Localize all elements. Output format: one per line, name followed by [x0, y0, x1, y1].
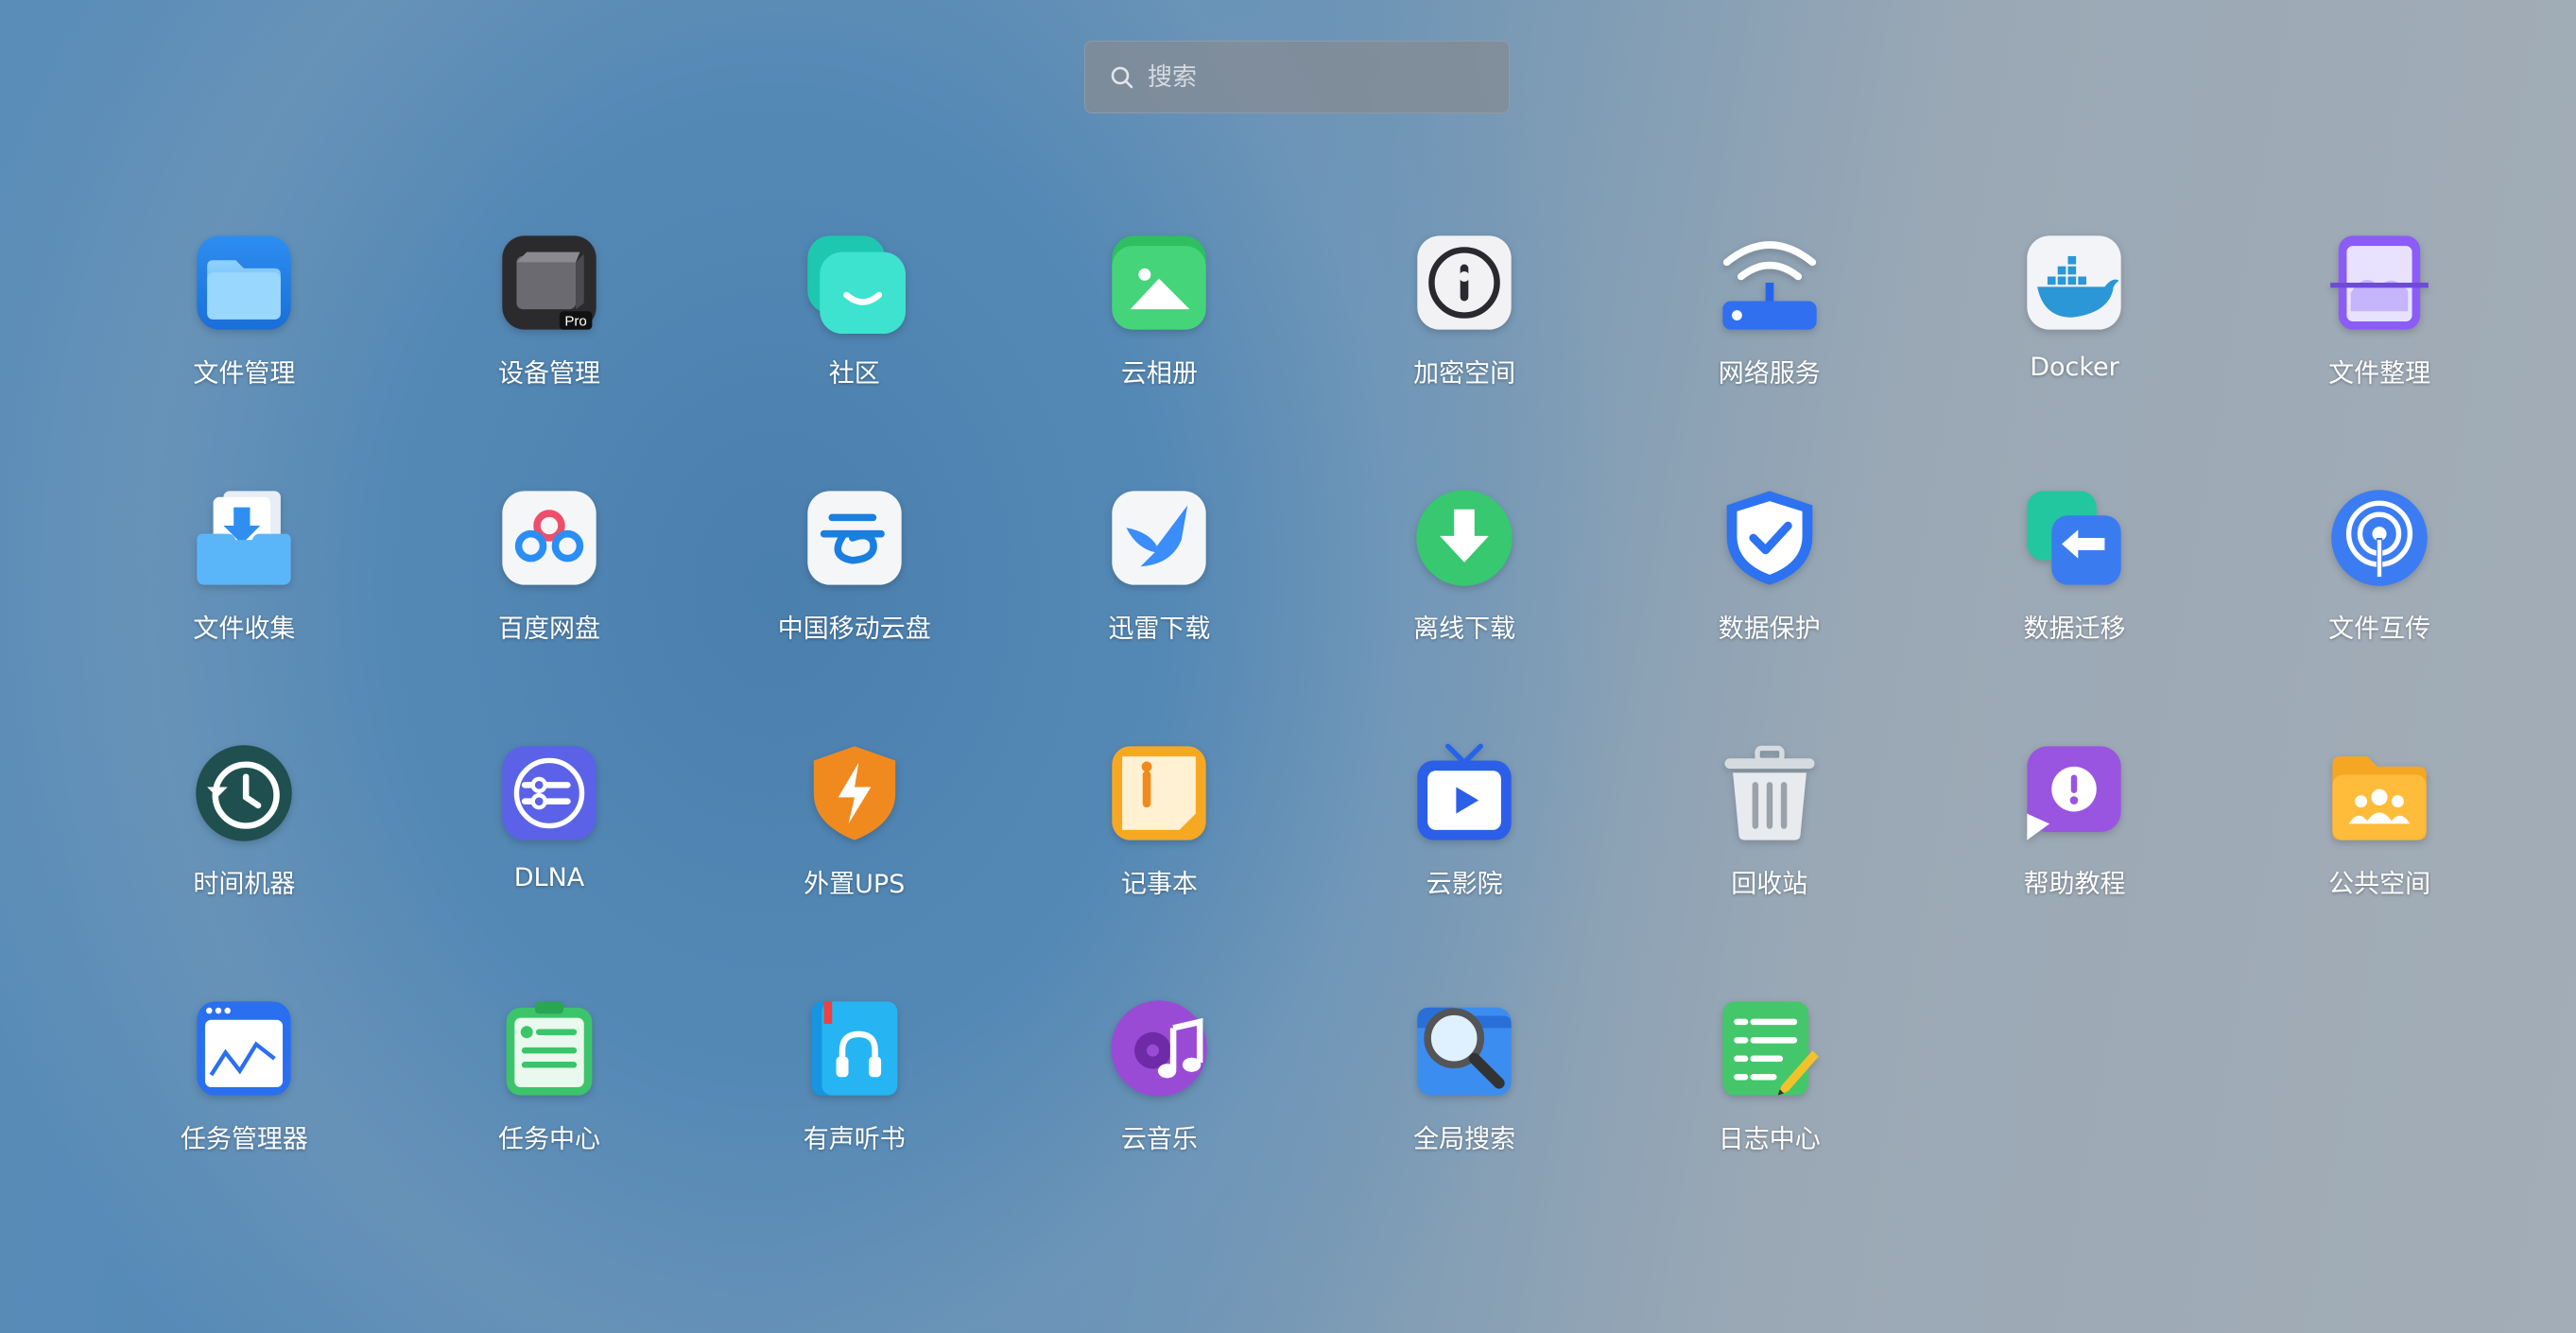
app-help-bubble[interactable]: 帮助教程 — [1922, 742, 2227, 997]
app-dlna[interactable]: DLNA — [397, 742, 702, 997]
app-label: 时间机器 — [193, 870, 296, 899]
app-log-pencil[interactable]: 日志中心 — [1616, 997, 1922, 1253]
dlna-icon — [498, 742, 600, 844]
app-cloud-album[interactable]: 云相册 — [1007, 232, 1312, 487]
app-data-migrate[interactable]: 数据迁移 — [1922, 487, 2227, 742]
app-audiobook[interactable]: 有声听书 — [701, 997, 1007, 1253]
app-label: 离线下载 — [1413, 615, 1516, 644]
app-label: 迅雷下载 — [1108, 615, 1211, 644]
app-trash[interactable]: 回收站 — [1616, 742, 1922, 997]
app-folder[interactable]: 文件管理 — [92, 232, 397, 487]
app-label: 加密空间 — [1413, 359, 1516, 389]
app-label: 云相册 — [1120, 359, 1198, 389]
app-community-chat[interactable]: 社区 — [701, 232, 1007, 487]
app-nas-device[interactable]: Pro 设备管理 — [397, 232, 702, 487]
app-label: 网络服务 — [1718, 359, 1821, 389]
file-collect-icon — [193, 487, 295, 589]
docker-whale-icon — [2023, 232, 2125, 334]
global-search-icon — [1413, 997, 1515, 1099]
app-label: 云音乐 — [1120, 1125, 1198, 1154]
app-wifi-router[interactable]: 网络服务 — [1616, 232, 1922, 487]
search-bar[interactable] — [1084, 41, 1510, 113]
app-cmcc-cloud[interactable]: 中国移动云盘 — [701, 487, 1007, 742]
search-icon — [1108, 63, 1136, 92]
shared-folder-icon — [2328, 742, 2430, 844]
app-label: 社区 — [828, 359, 880, 389]
app-label: 回收站 — [1731, 870, 1808, 899]
app-launcher-grid: 文件管理 Pro 设备管理 社区 云相册 加密空间 网络服务 Docker 文件整理文件收集 百度… — [92, 232, 2533, 1253]
app-label: 数据迁移 — [2023, 615, 2126, 644]
app-baidu-netdisk[interactable]: 百度网盘 — [397, 487, 702, 742]
app-label: 任务管理器 — [180, 1125, 308, 1154]
task-clipboard-icon — [498, 997, 600, 1099]
ups-bolt-icon — [804, 742, 906, 844]
app-label: 中国移动云盘 — [777, 615, 931, 644]
airdrop-icon — [2328, 487, 2430, 589]
app-lock-dial[interactable]: 加密空间 — [1312, 232, 1617, 487]
app-label: 帮助教程 — [2023, 870, 2126, 899]
app-task-clipboard[interactable]: 任务中心 — [397, 997, 702, 1253]
app-label: 百度网盘 — [498, 615, 601, 644]
app-global-search[interactable]: 全局搜索 — [1312, 997, 1617, 1253]
app-label: 文件收集 — [193, 615, 296, 644]
tv-play-icon — [1413, 742, 1515, 844]
baidu-netdisk-icon — [498, 487, 600, 589]
app-docker-whale[interactable]: Docker — [1922, 232, 2227, 487]
shield-check-icon — [1719, 487, 1821, 589]
cmcc-cloud-icon — [804, 487, 906, 589]
log-pencil-icon — [1719, 997, 1821, 1099]
app-label: 文件互传 — [2328, 615, 2431, 644]
file-organize-icon — [2328, 232, 2430, 334]
app-label: 全局搜索 — [1413, 1125, 1516, 1154]
time-machine-icon — [193, 742, 295, 844]
audiobook-icon — [804, 997, 906, 1099]
music-disc-icon — [1108, 997, 1210, 1099]
app-tv-play[interactable]: 云影院 — [1312, 742, 1617, 997]
nas-device-icon: Pro — [498, 232, 600, 334]
app-thunder-bird[interactable]: 迅雷下载 — [1007, 487, 1312, 742]
app-airdrop[interactable]: 文件互传 — [2227, 487, 2533, 742]
offline-download-icon — [1413, 487, 1515, 589]
app-time-machine[interactable]: 时间机器 — [92, 742, 397, 997]
app-label: 记事本 — [1120, 870, 1198, 899]
app-shield-check[interactable]: 数据保护 — [1616, 487, 1922, 742]
app-ups-bolt[interactable]: 外置UPS — [701, 742, 1007, 997]
data-migrate-icon — [2023, 487, 2125, 589]
thunder-bird-icon — [1108, 487, 1210, 589]
lock-dial-icon — [1413, 232, 1515, 334]
trash-icon — [1719, 742, 1821, 844]
app-label: 外置UPS — [804, 870, 906, 899]
help-bubble-icon — [2023, 742, 2125, 844]
app-label: 文件管理 — [193, 359, 296, 389]
notepad-icon — [1108, 742, 1210, 844]
app-label: 日志中心 — [1718, 1125, 1821, 1154]
app-file-collect[interactable]: 文件收集 — [92, 487, 397, 742]
app-label: 文件整理 — [2328, 359, 2431, 389]
app-music-disc[interactable]: 云音乐 — [1007, 997, 1312, 1253]
search-input[interactable] — [1146, 61, 1490, 93]
app-shared-folder[interactable]: 公共空间 — [2227, 742, 2533, 997]
pro-badge: Pro — [564, 313, 587, 329]
community-chat-icon — [804, 232, 906, 334]
app-label: 任务中心 — [498, 1125, 601, 1154]
app-label: 有声听书 — [803, 1125, 906, 1154]
cloud-album-icon — [1108, 232, 1210, 334]
app-label: 设备管理 — [498, 359, 601, 389]
app-notepad[interactable]: 记事本 — [1007, 742, 1312, 997]
app-file-organize[interactable]: 文件整理 — [2227, 232, 2533, 487]
wifi-router-icon — [1719, 232, 1821, 334]
app-label: 公共空间 — [2328, 870, 2431, 899]
folder-icon — [193, 232, 295, 334]
app-label: 数据保护 — [1718, 615, 1821, 644]
app-label: Docker — [2030, 353, 2119, 382]
task-monitor-icon — [193, 997, 295, 1099]
app-task-monitor[interactable]: 任务管理器 — [92, 997, 397, 1253]
app-label: DLNA — [513, 863, 585, 892]
app-label: 云影院 — [1426, 870, 1503, 899]
app-offline-download[interactable]: 离线下载 — [1312, 487, 1617, 742]
